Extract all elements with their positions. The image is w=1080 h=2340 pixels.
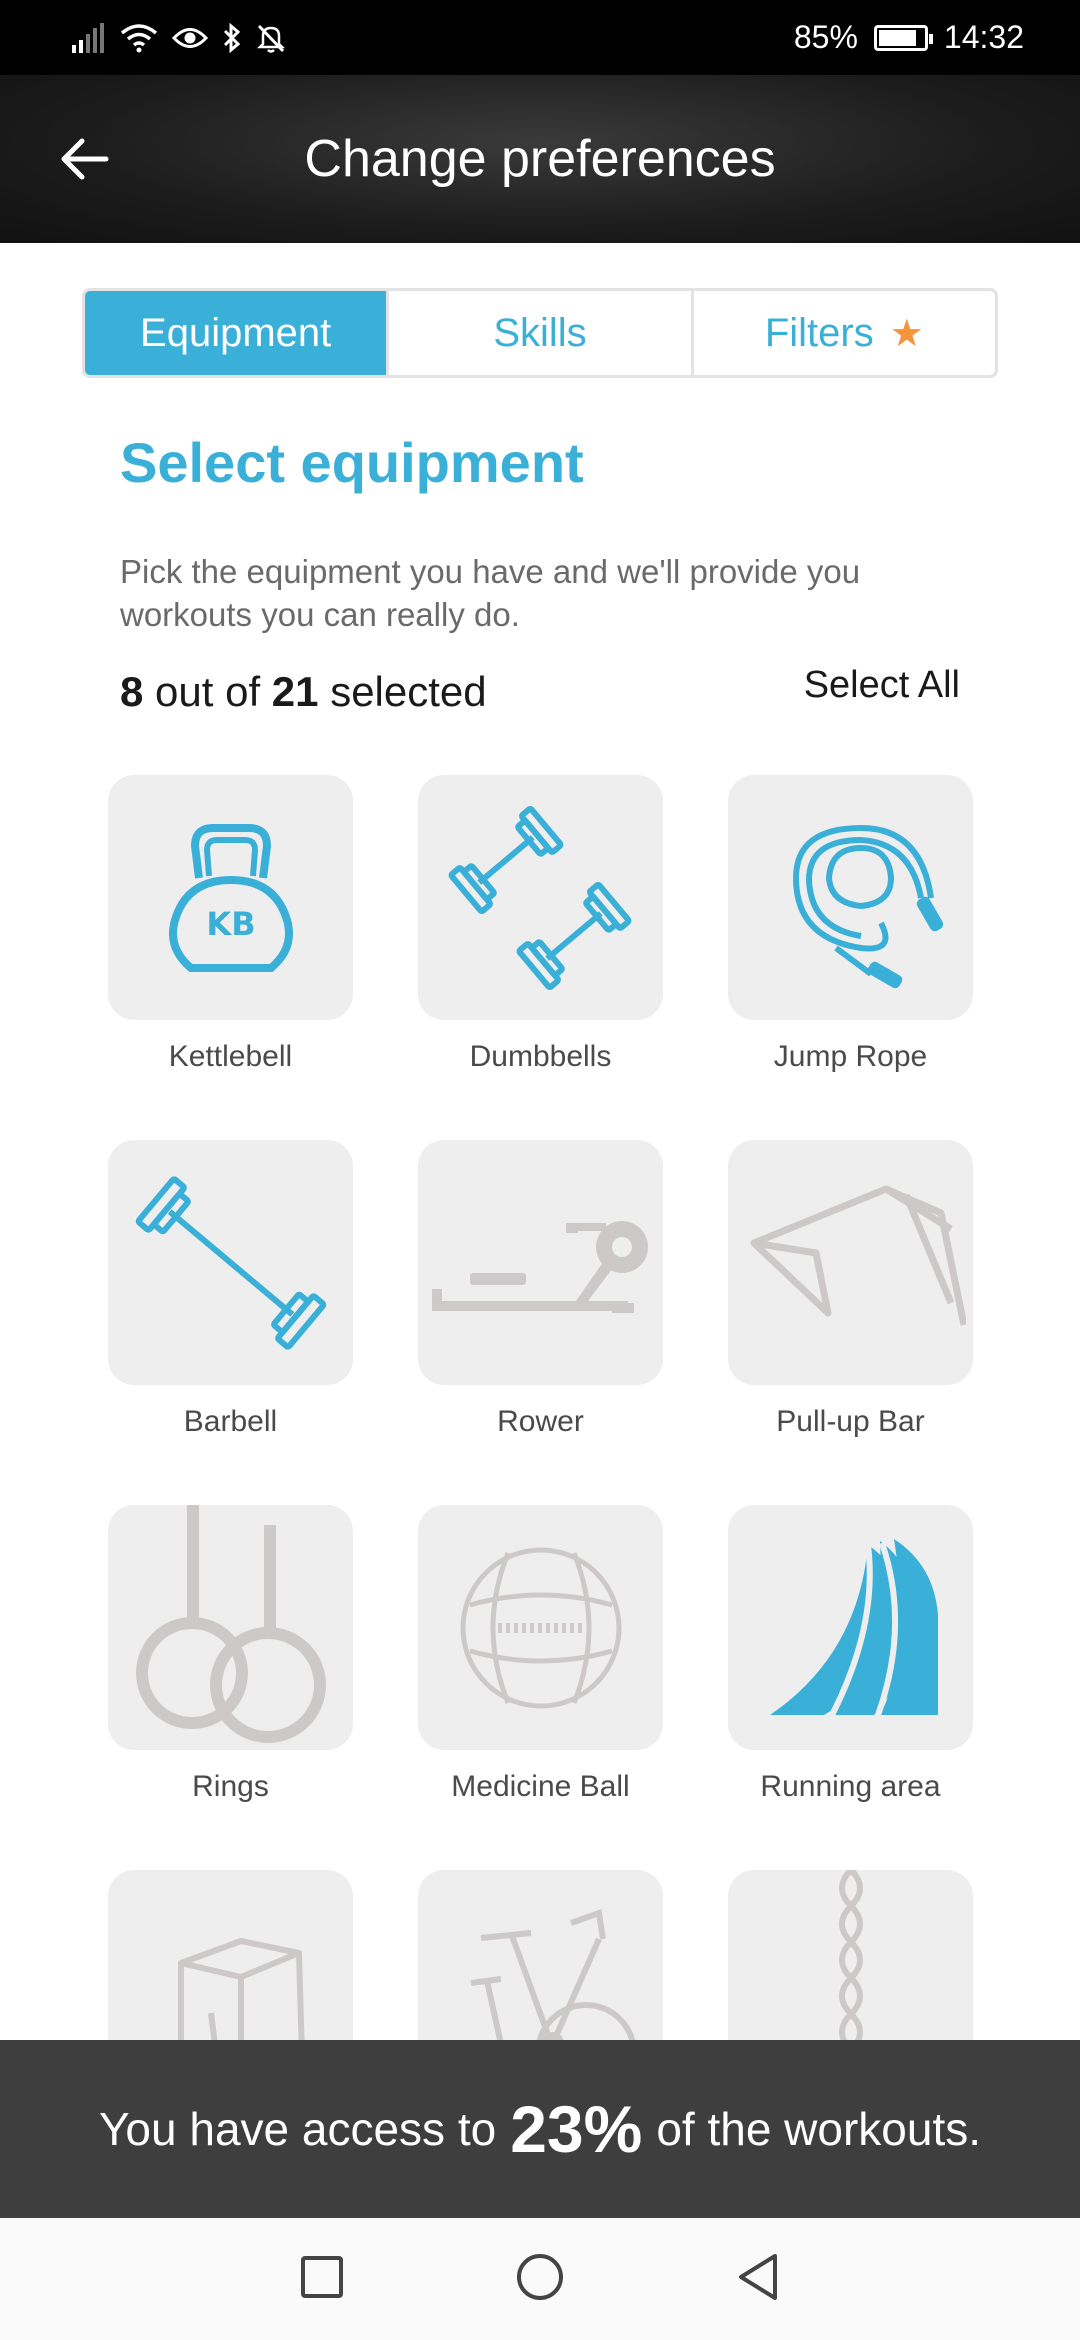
equipment-kettlebell[interactable]: KB Kettlebell [108, 775, 353, 1074]
home-icon[interactable] [515, 2252, 565, 2307]
jump-rope-icon [792, 824, 943, 988]
system-nav-bar [0, 2218, 1080, 2340]
status-right: 85% 14:32 [794, 19, 1024, 56]
back-button[interactable] [52, 127, 116, 191]
equipment-tile[interactable] [108, 1140, 353, 1385]
equipment-tile[interactable] [418, 1505, 663, 1750]
access-percent: 23% [510, 2092, 643, 2166]
equipment-label: Dumbbells [469, 1040, 612, 1073]
equipment-dumbbells[interactable]: Dumbbells [418, 775, 663, 1074]
equipment-rower[interactable]: Rower [418, 1140, 663, 1439]
equipment-label: Rower [497, 1405, 584, 1438]
equipment-running-area[interactable]: Running area [728, 1505, 973, 1804]
kettlebell-icon: KB [168, 823, 293, 972]
svg-text:KB: KB [206, 905, 255, 943]
barbell-icon [135, 1175, 326, 1350]
equipment-jump-rope[interactable]: Jump Rope [728, 775, 973, 1074]
equipment-tile[interactable] [728, 1140, 973, 1385]
equipment-tile[interactable] [418, 775, 663, 1020]
battery-icon [873, 24, 933, 51]
total-count: 21 [271, 668, 319, 715]
eye-icon [172, 25, 208, 51]
equipment-tile[interactable] [728, 1505, 973, 1750]
rower-icon [431, 1220, 648, 1313]
equipment-label: Kettlebell [168, 1040, 293, 1073]
dumbbells-icon [448, 805, 631, 990]
access-banner: You have access to 23% of the workouts. [0, 2040, 1080, 2218]
equipment-label: Running area [760, 1770, 941, 1803]
battery-percent: 85% [793, 19, 858, 55]
tab-label: Equipment [140, 310, 332, 355]
tab-bar: Equipment Skills Filters ★ [82, 288, 998, 378]
equipment-label: Barbell [183, 1405, 278, 1438]
back-icon[interactable] [735, 2252, 781, 2307]
status-icons [72, 22, 286, 53]
equipment-tile[interactable]: KB [108, 775, 353, 1020]
banner-text: You have access to [98, 2103, 497, 2155]
section-description: Pick the equipment you have and we'll pr… [120, 553, 861, 633]
battery-level-fill [878, 29, 917, 46]
notifications-off-icon [256, 23, 286, 53]
selected-count: 8 [120, 668, 144, 715]
count-text: selected [330, 668, 487, 715]
select-all-button[interactable]: Select All [804, 664, 960, 707]
star-icon: ★ [889, 312, 924, 355]
signal-icon [72, 22, 106, 53]
tab-skills[interactable]: Skills [386, 291, 690, 375]
count-text: out of [155, 668, 261, 715]
bluetooth-icon [222, 22, 242, 53]
running-area-icon [770, 1539, 938, 1717]
banner-text: of the workouts. [656, 2103, 982, 2155]
rings-icon [136, 1505, 326, 1743]
tab-label: Skills [493, 310, 587, 355]
selection-count: 8 out of 21 selected [120, 668, 487, 716]
equipment-label: Rings [192, 1770, 269, 1803]
wifi-icon [120, 23, 158, 53]
tab-label: Filters [764, 310, 874, 355]
status-bar: 85% 14:32 [0, 0, 1080, 75]
tab-equipment[interactable]: Equipment [85, 291, 387, 375]
medicine-ball-icon [460, 1547, 621, 1708]
equipment-label: Medicine Ball [451, 1770, 630, 1803]
equipment-pull-up-bar[interactable]: Pull-up Bar [728, 1140, 973, 1439]
equipment-label: Pull-up Bar [776, 1405, 925, 1438]
app-header: Change preferences [0, 75, 1080, 243]
clock: 14:32 [943, 19, 1024, 55]
equipment-medicine-ball[interactable]: Medicine Ball [418, 1505, 663, 1804]
section-title: Select equipment [120, 431, 584, 494]
pull-up-bar-icon [750, 1185, 966, 1326]
equipment-barbell[interactable]: Barbell [108, 1140, 353, 1439]
equipment-tile[interactable] [108, 1505, 353, 1750]
equipment-tile[interactable] [418, 1140, 663, 1385]
page-title: Change preferences [304, 130, 776, 188]
equipment-label: Jump Rope [773, 1040, 928, 1073]
tab-filters[interactable]: Filters ★ [690, 291, 995, 375]
recent-apps-icon[interactable] [299, 2254, 345, 2305]
equipment-rings[interactable]: Rings [108, 1505, 353, 1804]
arrow-left-icon [61, 138, 109, 180]
equipment-tile[interactable] [728, 775, 973, 1020]
